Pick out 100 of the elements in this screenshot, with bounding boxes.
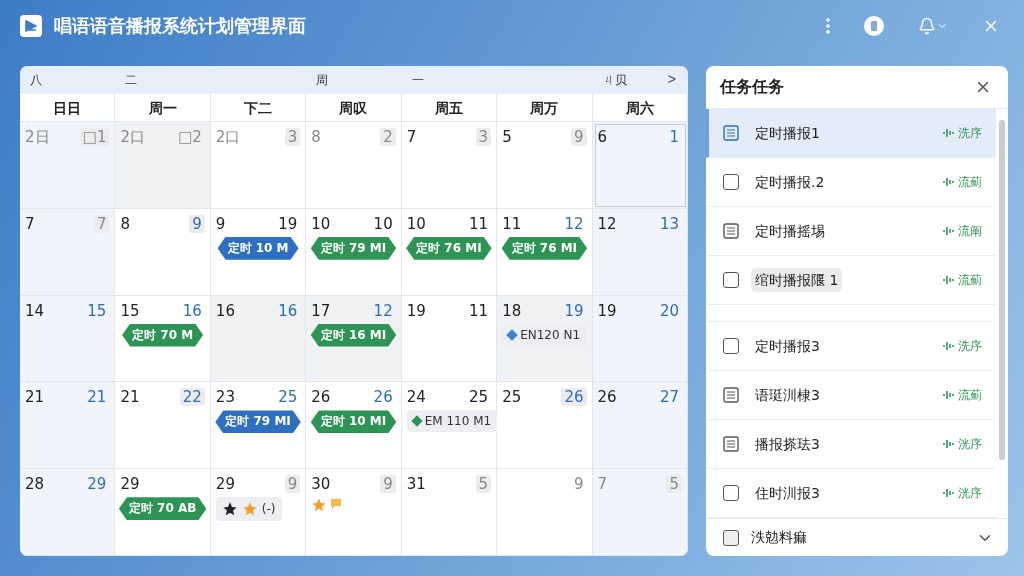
- day-cell[interactable]: 8 9: [115, 208, 211, 296]
- event-tag[interactable]: 定时 76 MI: [501, 236, 588, 260]
- checkbox[interactable]: [723, 485, 739, 502]
- event-tag[interactable]: 定时 16 MI: [310, 323, 397, 347]
- day-cell[interactable]: 15 16 定时 70 M: [115, 295, 211, 383]
- secondary-number: 2: [380, 128, 396, 146]
- task-item[interactable]: 定时播报1 洗序: [706, 109, 996, 159]
- task-label: 住时汌报3: [754, 484, 821, 504]
- app-logo-icon: [20, 15, 42, 37]
- star-icon: [241, 501, 258, 518]
- checkbox[interactable]: [723, 272, 739, 289]
- day-number: 24: [406, 388, 426, 407]
- day-number: 7: [25, 214, 35, 233]
- event-tag[interactable]: 定时 10 MI: [310, 410, 397, 434]
- day-number: 31: [406, 475, 426, 494]
- waveform-icon: [943, 176, 955, 189]
- day-cell[interactable]: 26 27: [592, 382, 688, 470]
- event-tag[interactable]: 定时 70 AB: [118, 497, 207, 521]
- waveform-icon: [943, 274, 955, 287]
- task-label: 定时播报1: [754, 124, 821, 144]
- badge-icon: [864, 16, 884, 36]
- event-label: EN120 N1: [520, 327, 581, 342]
- task-status: 流薊: [958, 271, 982, 289]
- checkbox[interactable]: [723, 529, 739, 546]
- day-cell[interactable]: 10 10 定时 79 MI: [306, 208, 402, 296]
- day-number: 19: [597, 301, 617, 320]
- day-number: 9: [215, 214, 226, 233]
- event-label: EM 110 M1: [424, 414, 492, 429]
- event-tag[interactable]: 定时 79 MI: [310, 236, 397, 260]
- day-cell[interactable]: 25 26: [497, 382, 593, 470]
- secondary-number: 22: [179, 388, 205, 407]
- secondary-number: □2: [177, 128, 203, 146]
- event-chip[interactable]: EM 110 M1: [406, 410, 498, 433]
- task-label: 绾时播报隁 1: [751, 268, 843, 293]
- secondary-number: 9: [573, 475, 585, 494]
- secondary-number: 9: [571, 128, 587, 146]
- day-cell[interactable]: 28 29: [20, 469, 116, 556]
- secondary-number: 13: [658, 214, 680, 233]
- day-number: 7: [406, 128, 417, 146]
- checkbox[interactable]: [723, 338, 739, 355]
- day-cell[interactable]: 31 5: [401, 469, 498, 556]
- waveform-icon: [943, 340, 955, 353]
- day-number: 26: [311, 388, 331, 407]
- secondary-number: 26: [561, 388, 587, 407]
- day-number: 25: [502, 388, 522, 407]
- day-cell[interactable]: 10 11 定时 76 MI: [401, 208, 498, 296]
- task-status: 洸序: [958, 484, 982, 502]
- checkbox[interactable]: [723, 174, 739, 191]
- secondary-number: 3: [284, 128, 301, 146]
- day-cell[interactable]: 6 1: [592, 122, 688, 209]
- day-cell[interactable]: 23 25 定时 79 MI: [210, 382, 307, 470]
- day-cell[interactable]: 26 26 定时 10 MI: [306, 382, 402, 470]
- day-cell[interactable]: 8 2: [306, 122, 402, 209]
- day-cell[interactable]: 21 22: [115, 382, 211, 470]
- task-label: 定时播报3: [754, 337, 821, 357]
- event-chip[interactable]: (-): [215, 497, 282, 522]
- day-cell[interactable]: 7 7: [20, 208, 116, 296]
- day-number: 21: [120, 388, 140, 407]
- secondary-number: 20: [658, 301, 680, 320]
- day-cell[interactable]: 2口 3: [210, 122, 307, 209]
- day-cell[interactable]: 12 13: [592, 208, 688, 296]
- event-tag[interactable]: 定时 76 MI: [406, 236, 492, 260]
- day-cell[interactable]: 11 12 定时 76 MI: [497, 208, 593, 296]
- day-cell[interactable]: 7 3: [401, 122, 498, 209]
- day-cell[interactable]: 16 16: [210, 295, 307, 383]
- day-number: 18: [502, 301, 522, 320]
- day-number: 12: [597, 214, 617, 233]
- task-label: 定时播报.2: [754, 173, 826, 193]
- day-cell[interactable]: 18 19 EN120 N1: [497, 295, 593, 383]
- secondary-number: □1: [79, 128, 110, 146]
- event-tag[interactable]: 定时 10 M: [217, 236, 299, 260]
- scrollbar[interactable]: [999, 120, 1005, 460]
- next-button[interactable]: >: [663, 71, 680, 87]
- day-cell[interactable]: 24 25 EM 110 M1: [401, 382, 498, 470]
- day-number: 26: [597, 388, 617, 407]
- day-number: 23: [215, 388, 235, 407]
- secondary-number: 27: [658, 388, 680, 407]
- speech-bubble-icon: [329, 497, 344, 512]
- secondary-number: 12: [563, 214, 585, 233]
- event-tag[interactable]: 定时 79 MI: [215, 410, 301, 434]
- day-cell[interactable]: 5 9: [497, 122, 593, 209]
- star-icon: [311, 497, 328, 514]
- day-cell[interactable]: 14 15: [20, 295, 116, 383]
- day-cell[interactable]: 29 定时 70 AB: [115, 469, 211, 556]
- day-cell[interactable]: 9: [497, 469, 593, 556]
- day-cell[interactable]: 9 19 定时 10 M: [210, 208, 307, 296]
- day-cell[interactable]: 19 11: [401, 295, 498, 383]
- secondary-number: 3: [475, 128, 492, 146]
- document-icon: [723, 387, 739, 404]
- secondary-number: 5: [475, 475, 492, 494]
- day-cell[interactable]: 17 12 定时 16 MI: [306, 295, 402, 383]
- day-cell[interactable]: 21 21: [20, 382, 116, 470]
- secondary-number: 12: [372, 301, 394, 320]
- event-chip[interactable]: EN120 N1: [502, 323, 587, 346]
- day-number: 17: [311, 301, 331, 320]
- day-cell[interactable]: 30 9: [306, 469, 402, 556]
- event-tag[interactable]: 定时 70 M: [122, 323, 204, 347]
- day-cell[interactable]: 29 9 (-): [210, 469, 307, 556]
- day-cell[interactable]: 19 20: [592, 295, 688, 383]
- day-number: 14: [25, 301, 45, 320]
